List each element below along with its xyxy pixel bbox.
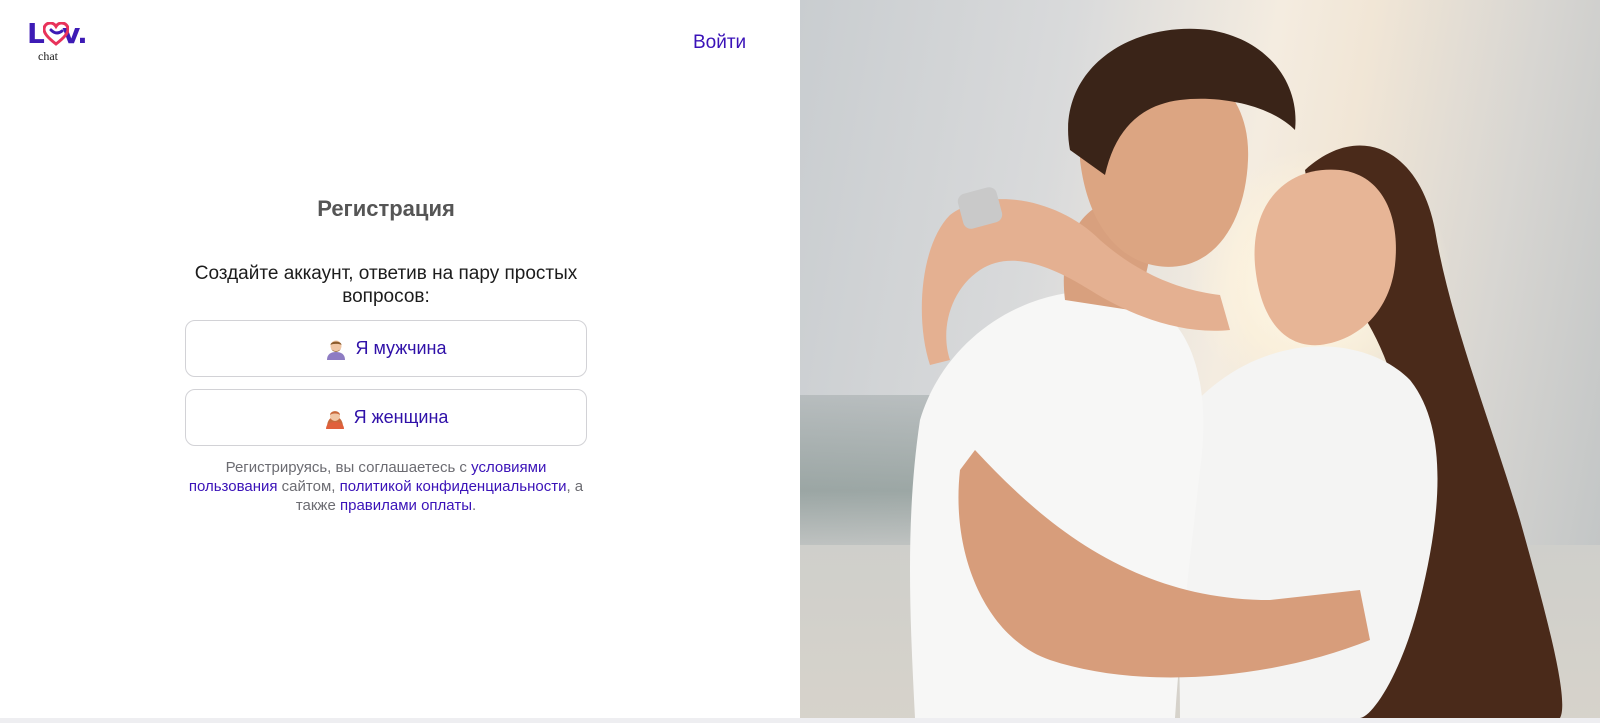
- login-link[interactable]: Войти: [693, 32, 746, 54]
- i-am-man-label: Я мужчина: [355, 338, 447, 358]
- logo-subtitle: chat: [38, 49, 58, 63]
- heart-icon: [43, 22, 69, 46]
- i-am-woman-label: Я женщина: [353, 407, 449, 427]
- bottom-strip: [0, 718, 1600, 723]
- registration-pane: Lov. chat Войти Регистрация Создайте акк…: [0, 0, 800, 718]
- payment-rules-link[interactable]: правилами оплаты: [340, 497, 472, 514]
- man-emoji-icon: [327, 340, 346, 360]
- terms-notice: Регистрируясь, вы соглашаетесь с условия…: [185, 458, 587, 515]
- form-subtitle: Создайте аккаунт, ответив на пару просты…: [194, 263, 578, 307]
- terms-middle-1: сайтом,: [277, 478, 340, 495]
- page-title: Регистрация: [317, 196, 455, 221]
- terms-suffix: .: [471, 497, 477, 514]
- hero-photo: [800, 0, 1600, 718]
- logo[interactable]: Lov. chat: [27, 18, 97, 64]
- woman-emoji-icon: [325, 410, 344, 429]
- terms-prefix: Регистрируясь, вы соглашаетесь с: [225, 459, 472, 476]
- i-am-man-button[interactable]: Я мужчина: [185, 320, 587, 377]
- couple-illustration: [910, 28, 1563, 718]
- privacy-policy-link[interactable]: политикой конфиденциальности: [340, 478, 567, 495]
- i-am-woman-button[interactable]: Я женщина: [185, 389, 587, 446]
- registration-form: Регистрация Создайте аккаунт, ответив на…: [185, 196, 587, 515]
